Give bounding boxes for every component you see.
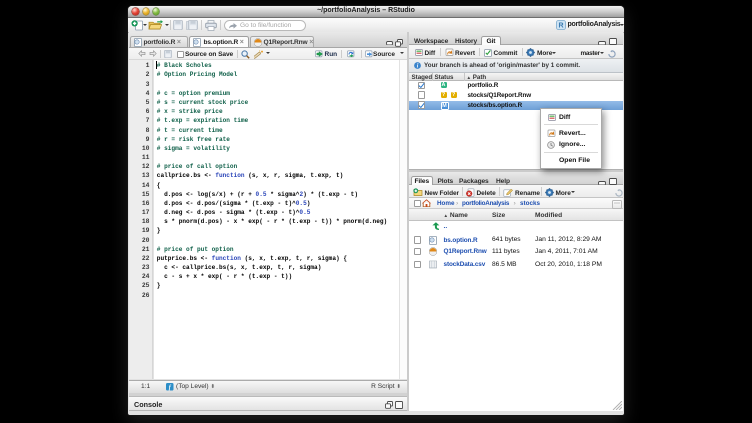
svg-text:R: R [558, 23, 563, 30]
